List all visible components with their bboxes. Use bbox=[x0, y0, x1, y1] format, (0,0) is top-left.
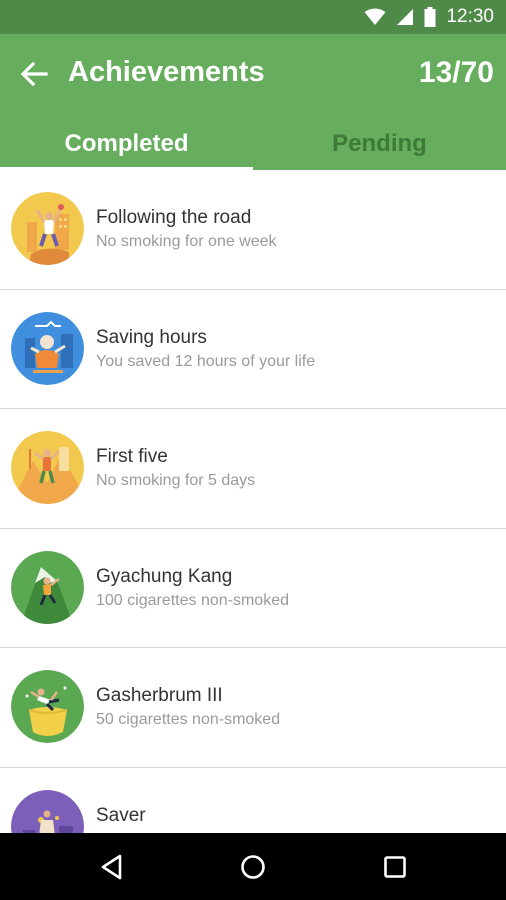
achievements-counter: 13/70 bbox=[418, 56, 494, 89]
status-time: 12:30 bbox=[446, 6, 494, 27]
signal-icon bbox=[396, 8, 414, 26]
tab-pending[interactable]: Pending bbox=[253, 118, 506, 170]
achievement-name: Saver bbox=[96, 804, 146, 826]
achievement-name: First five bbox=[96, 446, 168, 467]
person-saving-time-icon bbox=[11, 311, 84, 385]
list-item[interactable]: Following the road No smoking for one we… bbox=[0, 170, 506, 290]
jumping-person-icon bbox=[11, 670, 84, 743]
mountain-climber-icon bbox=[11, 550, 84, 624]
list-item[interactable]: Gyachung Kang 100 cigarettes non-smoked bbox=[0, 529, 506, 648]
list-item[interactable]: First five No smoking for 5 days bbox=[0, 409, 506, 529]
climber-icon bbox=[11, 431, 84, 504]
saver-icon bbox=[11, 789, 84, 833]
achievement-name: Gasherbrum III bbox=[96, 685, 223, 706]
recents-square-icon[interactable] bbox=[379, 851, 411, 883]
achievements-list: Following the road No smoking for one we… bbox=[0, 170, 506, 833]
hiker-celebrating-icon bbox=[11, 192, 84, 265]
arrow-back-icon[interactable] bbox=[18, 58, 50, 90]
status-bar: 12:30 bbox=[0, 0, 506, 34]
wifi-icon bbox=[364, 8, 386, 26]
tab-completed[interactable]: Completed bbox=[0, 118, 253, 170]
list-item[interactable]: Gasherbrum III 50 cigarettes non-smoked bbox=[0, 648, 506, 768]
achievement-description: 50 cigarettes non-smoked bbox=[96, 711, 281, 728]
achievement-name: Following the road bbox=[96, 207, 252, 228]
achievement-description: 100 cigarettes non-smoked bbox=[96, 591, 289, 609]
list-item[interactable]: Saver bbox=[0, 768, 506, 833]
system-nav-bar bbox=[0, 833, 506, 900]
achievement-description: You saved 12 hours of your life bbox=[96, 352, 316, 370]
achievement-description: No smoking for 5 days bbox=[96, 472, 256, 489]
back-triangle-icon[interactable] bbox=[96, 851, 128, 883]
battery-icon bbox=[424, 7, 436, 27]
achievement-name: Gyachung Kang bbox=[96, 565, 233, 587]
app-bar: Achievements 13/70 Completed Pending bbox=[0, 34, 506, 170]
achievement-name: Saving hours bbox=[96, 326, 207, 348]
home-circle-icon[interactable] bbox=[237, 851, 269, 883]
list-item[interactable]: Saving hours You saved 12 hours of your … bbox=[0, 290, 506, 409]
tab-bar: Completed Pending bbox=[0, 118, 506, 170]
page-title: Achievements bbox=[68, 56, 265, 88]
achievement-description: No smoking for one week bbox=[96, 233, 277, 250]
